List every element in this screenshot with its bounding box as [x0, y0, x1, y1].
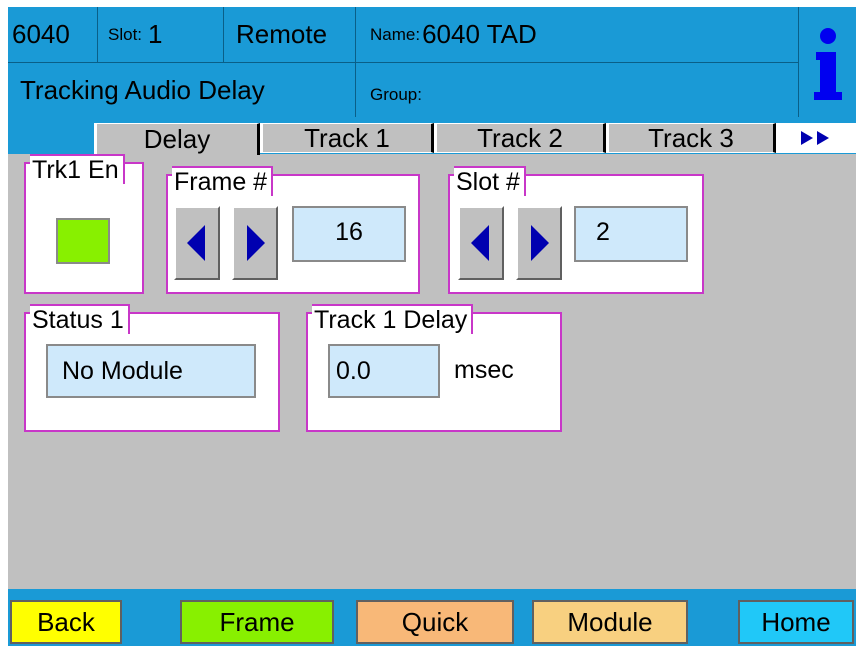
- track-enable-label: Trk1 En: [30, 154, 125, 184]
- model-cell: 6040: [8, 7, 98, 62]
- delay-value: 0.0: [336, 356, 371, 385]
- status-label: Status 1: [30, 304, 130, 334]
- slot-group: Slot # 2: [448, 166, 704, 294]
- header: 6040 Slot: 1 Remote Name: 6040 TAD Track…: [8, 7, 856, 117]
- tab-track-2[interactable]: Track 2: [434, 123, 606, 153]
- frame-label: Frame #: [172, 166, 274, 196]
- delay-group: Track 1 Delay 0.0 msec: [306, 304, 562, 432]
- frame-group: Frame # 16: [166, 166, 420, 294]
- back-button[interactable]: Back: [10, 600, 122, 644]
- description-cell: Tracking Audio Delay: [8, 63, 356, 117]
- name-cell: Name: 6040 TAD: [356, 7, 798, 62]
- slot-cell: Slot: 1: [98, 7, 224, 62]
- arrow-right-icon: [247, 225, 265, 261]
- arrow-left-icon: [471, 225, 489, 261]
- description-label: Tracking Audio Delay: [20, 74, 265, 105]
- slot-label: Slot #: [454, 166, 526, 196]
- home-button[interactable]: Home: [738, 600, 854, 644]
- slot-label: Slot:: [108, 24, 143, 44]
- mode-label: Remote: [236, 19, 328, 49]
- mode-cell: Remote: [224, 7, 356, 62]
- screen: 6040 Slot: 1 Remote Name: 6040 TAD Track…: [8, 7, 856, 646]
- arrow-right-icon: [531, 225, 549, 261]
- tab-delay[interactable]: Delay: [94, 123, 260, 155]
- info-button[interactable]: [798, 7, 856, 117]
- delay-value-field[interactable]: 0.0: [328, 344, 440, 398]
- frame-value-field[interactable]: 16: [292, 206, 406, 262]
- name-label: Name:: [370, 24, 421, 44]
- double-chevron-right-icon: [801, 131, 829, 145]
- tab-scroll-right-button[interactable]: [776, 123, 856, 153]
- module-button[interactable]: Module: [532, 600, 688, 644]
- slot-increment-button[interactable]: [516, 206, 562, 280]
- tab-track-3[interactable]: Track 3: [606, 123, 776, 153]
- frame-increment-button[interactable]: [232, 206, 278, 280]
- status-value: No Module: [62, 356, 183, 385]
- group-cell: Group:: [356, 63, 798, 117]
- status-group: Status 1 No Module: [24, 304, 280, 432]
- quick-button[interactable]: Quick: [356, 600, 514, 644]
- arrow-left-icon: [187, 225, 205, 261]
- frame-button[interactable]: Frame: [180, 600, 334, 644]
- tab-track-1[interactable]: Track 1: [260, 123, 434, 153]
- status-value-field: No Module: [46, 344, 256, 398]
- track-enable-group: Trk1 En: [24, 154, 144, 294]
- slot-decrement-button[interactable]: [458, 206, 504, 280]
- slot-value: 2: [596, 218, 610, 246]
- model-label: 6040: [12, 19, 70, 49]
- slot-value: 1: [148, 19, 163, 49]
- track-enable-indicator[interactable]: [56, 218, 110, 264]
- info-icon: [813, 28, 842, 100]
- name-value: 6040 TAD: [422, 19, 537, 49]
- frame-decrement-button[interactable]: [174, 206, 220, 280]
- group-label: Group:: [370, 85, 422, 104]
- delay-unit: msec: [454, 356, 514, 384]
- frame-value: 16: [335, 218, 363, 246]
- delay-label: Track 1 Delay: [312, 304, 474, 334]
- slot-value-field[interactable]: 2: [574, 206, 688, 262]
